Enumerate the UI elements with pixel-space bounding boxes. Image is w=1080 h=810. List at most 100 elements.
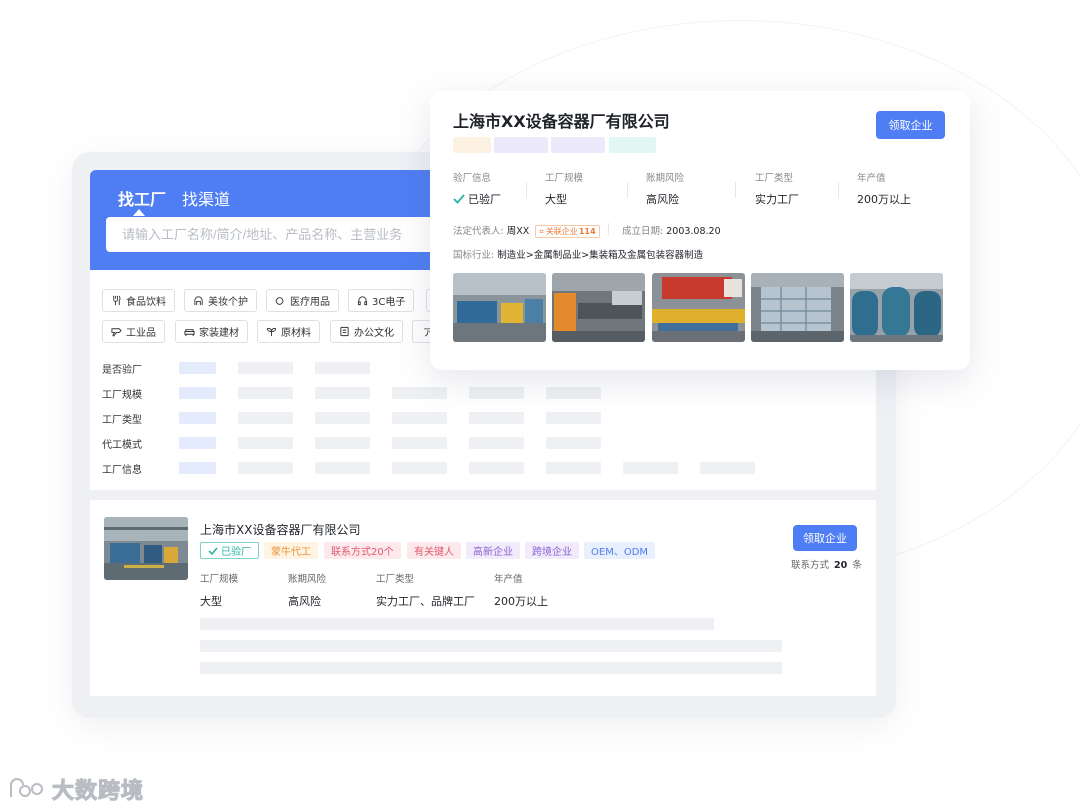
filter-option-placeholder[interactable] [546,387,601,399]
category-chip-label: 工业品 [126,328,156,339]
category-chip-3c[interactable]: 3C电子 [348,289,415,312]
filter-option-placeholder[interactable] [700,462,755,474]
filter-option-placeholder[interactable] [469,462,524,474]
related-companies-badge[interactable]: ⌗ 关联企业 114 [535,225,600,238]
meta-label-output: 年产值 [494,574,523,585]
divider [608,223,609,235]
industry-value: 制造业>金属制品业>集装箱及金属包装容器制造 [497,250,704,261]
filter-option-placeholder[interactable] [238,462,293,474]
meta-value-risk: 高风险 [288,595,321,608]
contact-suffix: 条 [852,560,862,571]
tag-contacts: 联系方式20个 [324,542,401,559]
founded-line: 成立日期: 2003.08.20 [622,223,721,237]
filter-option-placeholder[interactable] [238,387,293,399]
category-chip-label: 办公文化 [354,328,394,339]
filter-option-placeholder[interactable] [179,437,216,449]
factory-photo[interactable] [751,273,844,342]
tab-find-channel[interactable]: 找渠道 [182,186,230,210]
category-chip-material[interactable]: 原材料 [257,320,320,343]
category-chip-label: 美妆个护 [208,297,248,308]
detail-value-risk: 高风险 [646,193,679,206]
search-input[interactable] [106,217,446,252]
filter-option-placeholder[interactable] [392,462,447,474]
detail-value-output: 200万以上 [857,193,911,206]
filter-label-type: 工厂类型 [102,415,142,426]
filter-option-placeholder[interactable] [238,412,293,424]
list-company-name[interactable]: 上海市XX设备容器厂有限公司 [200,521,360,538]
detail-label-scale: 工厂规模 [545,173,584,184]
filter-option-placeholder[interactable] [315,362,370,374]
legal-rep-value[interactable]: 周XX [507,226,530,237]
filter-option-placeholder[interactable] [469,387,524,399]
factory-photo[interactable] [552,273,645,342]
category-chip-home[interactable]: 家装建材 [175,320,248,343]
filter-option-placeholder[interactable] [546,437,601,449]
detail-tag-placeholder [453,137,491,153]
filter-option-placeholder[interactable] [315,462,370,474]
tag-verified: 已验厂 [200,542,259,559]
detail-value-scale: 大型 [545,193,567,206]
detail-claim-button[interactable]: 领取企业 [876,111,945,139]
meta-value-scale: 大型 [200,595,222,608]
filter-option-placeholder[interactable] [179,412,216,424]
sofa-icon [184,326,195,337]
category-chip-medical[interactable]: 医疗用品 [266,289,339,312]
filter-option-placeholder[interactable] [238,437,293,449]
filter-option-placeholder[interactable] [469,412,524,424]
meta-value-output: 200万以上 [494,595,548,608]
factory-photo[interactable] [652,273,745,342]
filter-option-placeholder[interactable] [623,462,678,474]
filter-option-placeholder[interactable] [315,387,370,399]
brand-watermark: 大数跨境 [8,773,144,805]
detail-tag-placeholder [609,137,656,153]
tag-cross-border: 跨境企业 [525,542,579,559]
contact-count: 联系方式 20 条 [791,557,862,571]
filter-label-verified: 是否验厂 [102,365,142,376]
divider [735,182,736,198]
category-chip-label: 食品饮料 [126,297,166,308]
category-chip-label: 家装建材 [199,328,239,339]
factory-photo[interactable] [453,273,546,342]
filter-option-placeholder[interactable] [469,437,524,449]
category-chip-industrial[interactable]: 工业品 [102,320,165,343]
tag-high-tech: 高新企业 [466,542,520,559]
filter-option-placeholder[interactable] [179,387,216,399]
category-chip-beauty[interactable]: 美妆个护 [184,289,257,312]
filter-option-placeholder[interactable] [392,412,447,424]
category-chip-label: 3C电子 [372,297,406,308]
filter-option-placeholder[interactable] [546,462,601,474]
detail-tag-placeholder [551,137,605,153]
filter-option-placeholder[interactable] [392,437,447,449]
tab-find-factory[interactable]: 找工厂 [118,186,166,210]
filter-option-placeholder[interactable] [179,362,216,374]
filter-option-placeholder[interactable] [315,437,370,449]
claim-company-button[interactable]: 领取企业 [793,525,857,551]
detail-label-risk: 账期风险 [646,173,685,184]
detail-value-verify-text: 已验厂 [468,193,501,206]
related-label: 关联企业 [545,227,578,236]
meta-label-type: 工厂类型 [376,574,415,585]
category-chip-food[interactable]: 食品饮料 [102,289,175,312]
filter-option-placeholder[interactable] [179,462,216,474]
filter-option-placeholder[interactable] [546,412,601,424]
medical-icon [275,295,286,306]
founded-value: 2003.08.20 [666,226,721,237]
office-icon [339,326,350,337]
meta-label-risk: 账期风险 [288,574,327,585]
check-icon [208,546,218,556]
detail-tag-placeholder [494,137,548,153]
factory-thumbnail[interactable] [104,517,188,580]
filter-option-placeholder[interactable] [392,387,447,399]
tool-icon [111,326,122,337]
category-chip-office[interactable]: 办公文化 [330,320,403,343]
factory-photo[interactable] [850,273,943,342]
tag-oem-odm: OEM、ODM [584,542,656,559]
detail-label-type: 工厂类型 [755,173,794,184]
food-icon [111,295,122,306]
legal-rep-label: 法定代表人: [453,226,504,237]
filter-option-placeholder[interactable] [238,362,293,374]
filter-option-placeholder[interactable] [315,412,370,424]
contact-prefix: 联系方式 [791,560,830,571]
founded-label: 成立日期: [622,226,664,237]
divider [526,182,527,198]
